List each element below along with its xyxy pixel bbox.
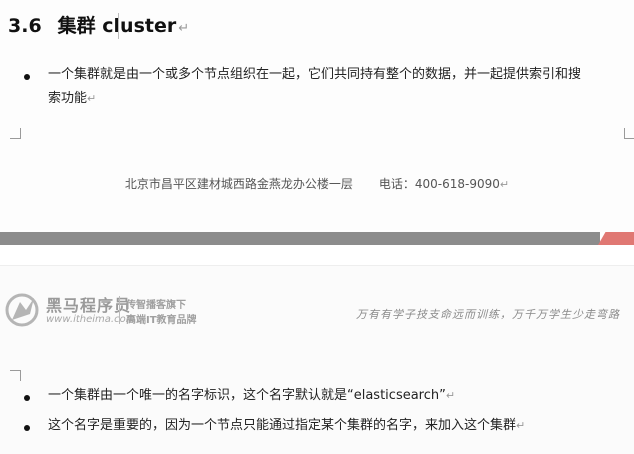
slogan-line-2: 高端IT教育品牌 xyxy=(126,315,197,326)
text-cursor xyxy=(118,13,119,39)
intro-line-1: 一个集群就是由一个或多个节点组织在一起，它们共同持有整个的数据，并一起提供索引和… xyxy=(48,67,582,82)
page-corner-mark xyxy=(10,370,21,381)
section-number: 3.6 xyxy=(8,15,42,37)
page-divider-red xyxy=(598,232,634,245)
brand-url: www.itheima.com xyxy=(46,314,136,325)
paragraph-mark-icon: ↵ xyxy=(445,389,456,402)
brand-separator xyxy=(119,296,120,324)
section-title: 集群 cluster xyxy=(57,15,177,37)
paragraph-mark-icon: ↵ xyxy=(499,178,510,191)
page-corner-mark xyxy=(10,128,21,139)
page-gap xyxy=(0,245,634,267)
bullet-text: 一个集群由一个唯一的名字标识，这个名字默认就是“elasticsearch” xyxy=(48,388,446,403)
footer-address: 北京市昌平区建材城西路金燕龙办公楼一层 xyxy=(124,177,353,191)
page-corner-mark xyxy=(624,128,634,139)
bullet-item: 一个集群由一个唯一的名字标识，这个名字默认就是“elasticsearch”↵ xyxy=(48,384,455,408)
bullet-icon xyxy=(24,395,30,401)
bullet-text: 这个名字是重要的，因为一个节点只能通过指定某个集群的名字，来加入这个集群 xyxy=(48,418,517,433)
intro-line-2: 索功能 xyxy=(48,91,88,106)
paragraph-mark-icon: ↵ xyxy=(516,419,526,432)
intro-paragraph: 一个集群就是由一个或多个节点组织在一起，它们共同持有整个的数据，并一起提供索引和… xyxy=(48,63,581,111)
handwritten-motto: 万有有学子技支命远而训练，万千万学生少走弯路 xyxy=(356,308,620,321)
section-heading: 3.6 集群 cluster ↵ xyxy=(8,11,189,38)
horse-logo-icon xyxy=(5,293,39,327)
page-footer: 北京市昌平区建材城西路金燕龙办公楼一层 电话：400-618-9090↵ xyxy=(0,175,634,192)
slogan-line-1: 传智播客旗下 xyxy=(126,300,186,311)
page-divider-gray xyxy=(0,232,600,245)
paragraph-mark-icon: ↵ xyxy=(87,92,97,105)
bullet-item: 这个名字是重要的，因为一个节点只能通过指定某个集群的名字，来加入这个集群↵ xyxy=(48,414,525,438)
bullet-icon xyxy=(24,425,30,431)
document-page-top: 3.6 集群 cluster ↵ 一个集群就是由一个或多个节点组织在一起，它们共同持… xyxy=(0,0,634,232)
paragraph-mark-icon: ↵ xyxy=(178,21,190,36)
bullet-icon xyxy=(24,74,30,80)
footer-phone: 电话：400-618-9090 xyxy=(378,177,500,191)
